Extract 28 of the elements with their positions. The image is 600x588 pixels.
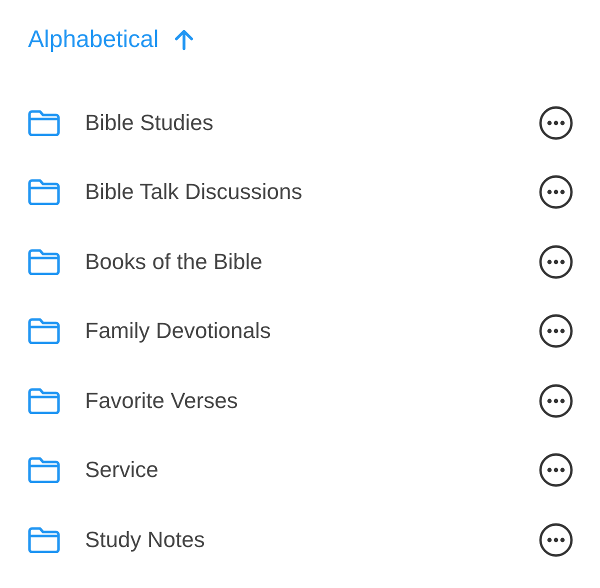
folder-name: Favorite Verses bbox=[85, 388, 239, 414]
folder-name: Family Devotionals bbox=[85, 318, 272, 344]
folder-icon bbox=[28, 179, 60, 206]
folder-row[interactable]: Service bbox=[28, 436, 573, 505]
folder-name: Books of the Bible bbox=[85, 248, 264, 275]
folder-name: Bible Talk Discussions bbox=[85, 179, 304, 206]
more-icon[interactable] bbox=[539, 384, 573, 418]
folder-row[interactable]: Favorite Verses bbox=[28, 366, 573, 436]
folder-row[interactable]: Books of the Bible bbox=[28, 227, 573, 296]
folder-name: Service bbox=[85, 457, 160, 484]
more-icon[interactable] bbox=[539, 314, 573, 348]
more-icon[interactable] bbox=[539, 453, 573, 488]
folder-row[interactable]: Bible Studies bbox=[28, 88, 573, 158]
more-icon[interactable] bbox=[539, 106, 573, 140]
folder-icon bbox=[28, 110, 60, 136]
folder-icon bbox=[28, 457, 60, 484]
folder-icon bbox=[28, 248, 60, 275]
folder-icon bbox=[28, 526, 60, 553]
folder-row[interactable]: Study Notes bbox=[28, 505, 573, 574]
folder-icon bbox=[28, 388, 60, 414]
folder-row[interactable]: Family Devotionals bbox=[28, 296, 573, 366]
folder-name: Bible Studies bbox=[85, 110, 214, 136]
more-icon[interactable] bbox=[539, 175, 573, 210]
folder-name: Study Notes bbox=[85, 526, 206, 553]
folder-icon bbox=[28, 318, 60, 344]
more-icon[interactable] bbox=[539, 522, 573, 557]
folder-row[interactable]: Bible Talk Discussions bbox=[28, 158, 573, 227]
more-icon[interactable] bbox=[539, 244, 573, 279]
